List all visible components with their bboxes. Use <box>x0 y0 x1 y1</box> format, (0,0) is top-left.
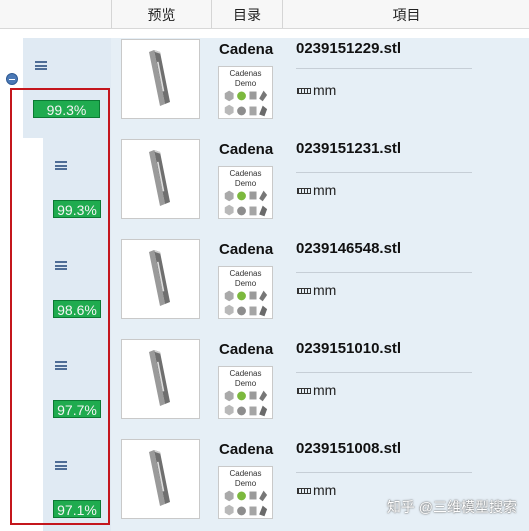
selection-highlight-box <box>10 88 110 525</box>
ruler-icon <box>297 188 311 194</box>
item-divider <box>296 272 472 273</box>
unit-text: mm <box>313 82 337 98</box>
column-header-preview[interactable]: 预览 <box>111 0 211 28</box>
row-background <box>43 238 529 338</box>
unit-text: mm <box>313 282 337 298</box>
unit-text: mm <box>313 182 337 198</box>
catalog-logo[interactable]: Cadenas Demo <box>218 466 273 519</box>
catalog-logo[interactable]: Cadenas Demo <box>218 366 273 419</box>
unit-text: mm <box>313 482 337 498</box>
ruler-icon <box>297 88 311 94</box>
cadenas-logo-icon <box>224 290 268 317</box>
item-title[interactable]: 0239151231.stl <box>296 140 401 157</box>
catalog-name: Cadena <box>219 141 274 158</box>
row-background <box>43 138 529 238</box>
catalog-name: Cadena <box>219 241 274 258</box>
item-title[interactable]: 0239146548.stl <box>296 240 401 257</box>
unit-label: mm <box>297 382 336 398</box>
item-divider <box>296 472 472 473</box>
item-divider <box>296 68 472 69</box>
item-divider <box>296 172 472 173</box>
preview-thumbnail[interactable] <box>121 239 200 319</box>
watermark-text: 知乎 @三维模型搜索 <box>386 499 517 515</box>
column-header-catalog[interactable]: 目录 <box>211 0 282 28</box>
menu-icon[interactable] <box>35 61 47 70</box>
cadenas-logo-icon <box>224 190 268 217</box>
part-preview-icon <box>149 150 170 206</box>
collapse-icon[interactable] <box>6 73 18 85</box>
catalog-logo[interactable]: Cadenas Demo <box>218 266 273 319</box>
catalog-logo-label: Cadenas Demo <box>229 469 262 488</box>
catalog-logo-label: Cadenas Demo <box>229 69 262 88</box>
catalog-name: Cadena <box>219 341 274 358</box>
column-header-controls[interactable] <box>0 0 111 28</box>
cadenas-logo-icon <box>224 90 268 117</box>
column-header-item[interactable]: 項目 <box>282 0 529 28</box>
catalog-name: Cadena <box>219 441 274 458</box>
item-divider <box>296 372 472 373</box>
catalog-logo[interactable]: Cadenas Demo <box>218 66 273 119</box>
cadenas-logo-icon <box>224 490 268 517</box>
unit-label: mm <box>297 482 336 498</box>
item-title[interactable]: 0239151008.stl <box>296 440 401 457</box>
unit-text: mm <box>313 382 337 398</box>
part-preview-icon <box>149 350 170 406</box>
catalog-name: Cadena <box>219 41 274 58</box>
catalog-logo[interactable]: Cadenas Demo <box>218 166 273 219</box>
results-table-header: 预览 目录 項目 <box>0 0 529 29</box>
part-preview-icon <box>149 250 170 306</box>
ruler-icon <box>297 388 311 394</box>
preview-thumbnail[interactable] <box>121 139 200 219</box>
part-preview-icon <box>149 450 170 506</box>
ruler-icon <box>297 488 311 494</box>
catalog-logo-label: Cadenas Demo <box>229 369 262 388</box>
catalog-logo-label: Cadenas Demo <box>229 169 262 188</box>
ruler-icon <box>297 288 311 294</box>
preview-thumbnail[interactable] <box>121 339 200 419</box>
unit-label: mm <box>297 182 336 198</box>
catalog-logo-label: Cadenas Demo <box>229 269 262 288</box>
row-background <box>43 338 529 438</box>
preview-thumbnail[interactable] <box>121 439 200 519</box>
unit-label: mm <box>297 82 336 98</box>
part-preview-icon <box>149 50 170 106</box>
cadenas-logo-icon <box>224 390 268 417</box>
item-title[interactable]: 0239151229.stl <box>296 40 401 57</box>
row-background <box>43 438 529 531</box>
unit-label: mm <box>297 282 336 298</box>
item-title[interactable]: 0239151010.stl <box>296 340 401 357</box>
preview-thumbnail[interactable] <box>121 39 200 119</box>
